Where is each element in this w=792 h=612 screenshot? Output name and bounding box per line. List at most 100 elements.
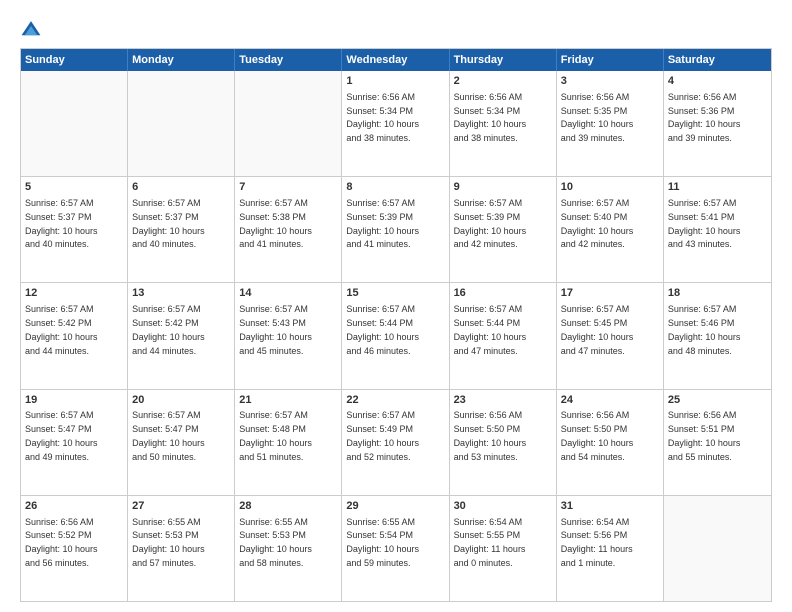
calendar-cell: 17 Sunrise: 6:57 AM Sunset: 5:45 PM Dayli… xyxy=(557,283,664,388)
day-number: 2 xyxy=(454,74,552,89)
day-number: 30 xyxy=(454,499,552,514)
day-number: 25 xyxy=(668,393,767,408)
day-info: Sunrise: 6:55 AM Sunset: 5:54 PM Dayligh… xyxy=(346,517,419,568)
calendar-cell: 24 Sunrise: 6:56 AM Sunset: 5:50 PM Dayli… xyxy=(557,390,664,495)
calendar-row-4: 26Sunrise: 6:56 AM Sunset: 5:52 PM Dayli… xyxy=(21,495,771,601)
day-info: Sunrise: 6:57 AM Sunset: 5:44 PM Dayligh… xyxy=(454,304,527,355)
day-info: Sunrise: 6:56 AM Sunset: 5:34 PM Dayligh… xyxy=(454,92,527,143)
calendar-cell: 30 Sunrise: 6:54 AM Sunset: 5:55 PM Dayli… xyxy=(450,496,557,601)
calendar-cell: 11 Sunrise: 6:57 AM Sunset: 5:41 PM Dayli… xyxy=(664,177,771,282)
calendar-cell: 21 Sunrise: 6:57 AM Sunset: 5:48 PM Dayli… xyxy=(235,390,342,495)
day-number: 13 xyxy=(132,286,230,301)
calendar-cell: 6 Sunrise: 6:57 AM Sunset: 5:37 PM Daylig… xyxy=(128,177,235,282)
day-number: 10 xyxy=(561,180,659,195)
day-number: 31 xyxy=(561,499,659,514)
day-number: 27 xyxy=(132,499,230,514)
calendar-cell: 12 Sunrise: 6:57 AM Sunset: 5:42 PM Dayli… xyxy=(21,283,128,388)
calendar-cell: 25 Sunrise: 6:56 AM Sunset: 5:51 PM Dayli… xyxy=(664,390,771,495)
calendar-cell: 2 Sunrise: 6:56 AM Sunset: 5:34 PM Daylig… xyxy=(450,71,557,176)
calendar-cell: 27 Sunrise: 6:55 AM Sunset: 5:53 PM Dayli… xyxy=(128,496,235,601)
day-info: Sunrise: 6:57 AM Sunset: 5:42 PM Dayligh… xyxy=(25,304,98,355)
day-info: Sunrise: 6:54 AM Sunset: 5:55 PM Dayligh… xyxy=(454,517,526,568)
day-number: 23 xyxy=(454,393,552,408)
day-info: Sunrise: 6:56 AM Sunset: 5:50 PM Dayligh… xyxy=(561,410,634,461)
calendar-row-3: 19Sunrise: 6:57 AM Sunset: 5:47 PM Dayli… xyxy=(21,389,771,495)
day-number: 5 xyxy=(25,180,123,195)
day-info: Sunrise: 6:57 AM Sunset: 5:47 PM Dayligh… xyxy=(132,410,205,461)
calendar-row-1: 5 Sunrise: 6:57 AM Sunset: 5:37 PM Daylig… xyxy=(21,176,771,282)
day-info: Sunrise: 6:57 AM Sunset: 5:48 PM Dayligh… xyxy=(239,410,312,461)
calendar-cell: 18 Sunrise: 6:57 AM Sunset: 5:46 PM Dayli… xyxy=(664,283,771,388)
page: SundayMondayTuesdayWednesdayThursdayFrid… xyxy=(0,0,792,612)
calendar-cell xyxy=(128,71,235,176)
day-number: 20 xyxy=(132,393,230,408)
day-number: 16 xyxy=(454,286,552,301)
calendar-cell: 22Sunrise: 6:57 AM Sunset: 5:49 PM Dayli… xyxy=(342,390,449,495)
day-info: Sunrise: 6:57 AM Sunset: 5:39 PM Dayligh… xyxy=(346,198,419,249)
day-number: 8 xyxy=(346,180,444,195)
calendar-row-2: 12 Sunrise: 6:57 AM Sunset: 5:42 PM Dayli… xyxy=(21,282,771,388)
header-day-sunday: Sunday xyxy=(21,49,128,71)
calendar-cell: 20 Sunrise: 6:57 AM Sunset: 5:47 PM Dayli… xyxy=(128,390,235,495)
day-info: Sunrise: 6:57 AM Sunset: 5:40 PM Dayligh… xyxy=(561,198,634,249)
day-info: Sunrise: 6:57 AM Sunset: 5:39 PM Dayligh… xyxy=(454,198,527,249)
calendar-cell: 7 Sunrise: 6:57 AM Sunset: 5:38 PM Daylig… xyxy=(235,177,342,282)
calendar-row-0: 1Sunrise: 6:56 AM Sunset: 5:34 PM Daylig… xyxy=(21,71,771,176)
day-number: 11 xyxy=(668,180,767,195)
day-info: Sunrise: 6:56 AM Sunset: 5:52 PM Dayligh… xyxy=(25,517,98,568)
calendar-cell xyxy=(664,496,771,601)
day-number: 12 xyxy=(25,286,123,301)
day-info: Sunrise: 6:54 AM Sunset: 5:56 PM Dayligh… xyxy=(561,517,633,568)
calendar-cell: 13 Sunrise: 6:57 AM Sunset: 5:42 PM Dayli… xyxy=(128,283,235,388)
day-info: Sunrise: 6:56 AM Sunset: 5:34 PM Dayligh… xyxy=(346,92,419,143)
day-info: Sunrise: 6:56 AM Sunset: 5:36 PM Dayligh… xyxy=(668,92,741,143)
day-info: Sunrise: 6:57 AM Sunset: 5:42 PM Dayligh… xyxy=(132,304,205,355)
day-info: Sunrise: 6:57 AM Sunset: 5:46 PM Dayligh… xyxy=(668,304,741,355)
day-number: 4 xyxy=(668,74,767,89)
day-info: Sunrise: 6:56 AM Sunset: 5:50 PM Dayligh… xyxy=(454,410,527,461)
day-number: 6 xyxy=(132,180,230,195)
day-info: Sunrise: 6:57 AM Sunset: 5:43 PM Dayligh… xyxy=(239,304,312,355)
calendar-cell: 16 Sunrise: 6:57 AM Sunset: 5:44 PM Dayli… xyxy=(450,283,557,388)
calendar-cell: 1Sunrise: 6:56 AM Sunset: 5:34 PM Daylig… xyxy=(342,71,449,176)
day-info: Sunrise: 6:57 AM Sunset: 5:41 PM Dayligh… xyxy=(668,198,741,249)
calendar-cell: 9Sunrise: 6:57 AM Sunset: 5:39 PM Daylig… xyxy=(450,177,557,282)
day-info: Sunrise: 6:55 AM Sunset: 5:53 PM Dayligh… xyxy=(132,517,205,568)
day-info: Sunrise: 6:57 AM Sunset: 5:44 PM Dayligh… xyxy=(346,304,419,355)
day-number: 14 xyxy=(239,286,337,301)
calendar-cell: 29Sunrise: 6:55 AM Sunset: 5:54 PM Dayli… xyxy=(342,496,449,601)
calendar-cell: 4 Sunrise: 6:56 AM Sunset: 5:36 PM Daylig… xyxy=(664,71,771,176)
day-number: 21 xyxy=(239,393,337,408)
day-info: Sunrise: 6:56 AM Sunset: 5:51 PM Dayligh… xyxy=(668,410,741,461)
day-info: Sunrise: 6:56 AM Sunset: 5:35 PM Dayligh… xyxy=(561,92,634,143)
day-number: 7 xyxy=(239,180,337,195)
day-number: 15 xyxy=(346,286,444,301)
day-info: Sunrise: 6:57 AM Sunset: 5:37 PM Dayligh… xyxy=(25,198,98,249)
calendar-cell: 3 Sunrise: 6:56 AM Sunset: 5:35 PM Daylig… xyxy=(557,71,664,176)
header-day-thursday: Thursday xyxy=(450,49,557,71)
calendar-cell: 19Sunrise: 6:57 AM Sunset: 5:47 PM Dayli… xyxy=(21,390,128,495)
calendar-cell xyxy=(21,71,128,176)
header-day-wednesday: Wednesday xyxy=(342,49,449,71)
logo xyxy=(20,18,46,40)
calendar-cell: 28Sunrise: 6:55 AM Sunset: 5:53 PM Dayli… xyxy=(235,496,342,601)
day-info: Sunrise: 6:57 AM Sunset: 5:45 PM Dayligh… xyxy=(561,304,634,355)
logo-icon xyxy=(20,18,42,40)
day-info: Sunrise: 6:57 AM Sunset: 5:37 PM Dayligh… xyxy=(132,198,205,249)
calendar-cell: 5 Sunrise: 6:57 AM Sunset: 5:37 PM Daylig… xyxy=(21,177,128,282)
calendar-header: SundayMondayTuesdayWednesdayThursdayFrid… xyxy=(21,49,771,71)
calendar-cell: 23 Sunrise: 6:56 AM Sunset: 5:50 PM Dayli… xyxy=(450,390,557,495)
calendar-cell: 31 Sunrise: 6:54 AM Sunset: 5:56 PM Dayli… xyxy=(557,496,664,601)
header xyxy=(20,18,772,40)
day-number: 3 xyxy=(561,74,659,89)
calendar-cell: 26Sunrise: 6:56 AM Sunset: 5:52 PM Dayli… xyxy=(21,496,128,601)
calendar-cell: 10 Sunrise: 6:57 AM Sunset: 5:40 PM Dayli… xyxy=(557,177,664,282)
day-number: 24 xyxy=(561,393,659,408)
calendar-cell: 8 Sunrise: 6:57 AM Sunset: 5:39 PM Daylig… xyxy=(342,177,449,282)
day-info: Sunrise: 6:57 AM Sunset: 5:38 PM Dayligh… xyxy=(239,198,312,249)
day-number: 18 xyxy=(668,286,767,301)
day-number: 17 xyxy=(561,286,659,301)
calendar-cell: 15 Sunrise: 6:57 AM Sunset: 5:44 PM Dayli… xyxy=(342,283,449,388)
header-day-monday: Monday xyxy=(128,49,235,71)
calendar-cell xyxy=(235,71,342,176)
